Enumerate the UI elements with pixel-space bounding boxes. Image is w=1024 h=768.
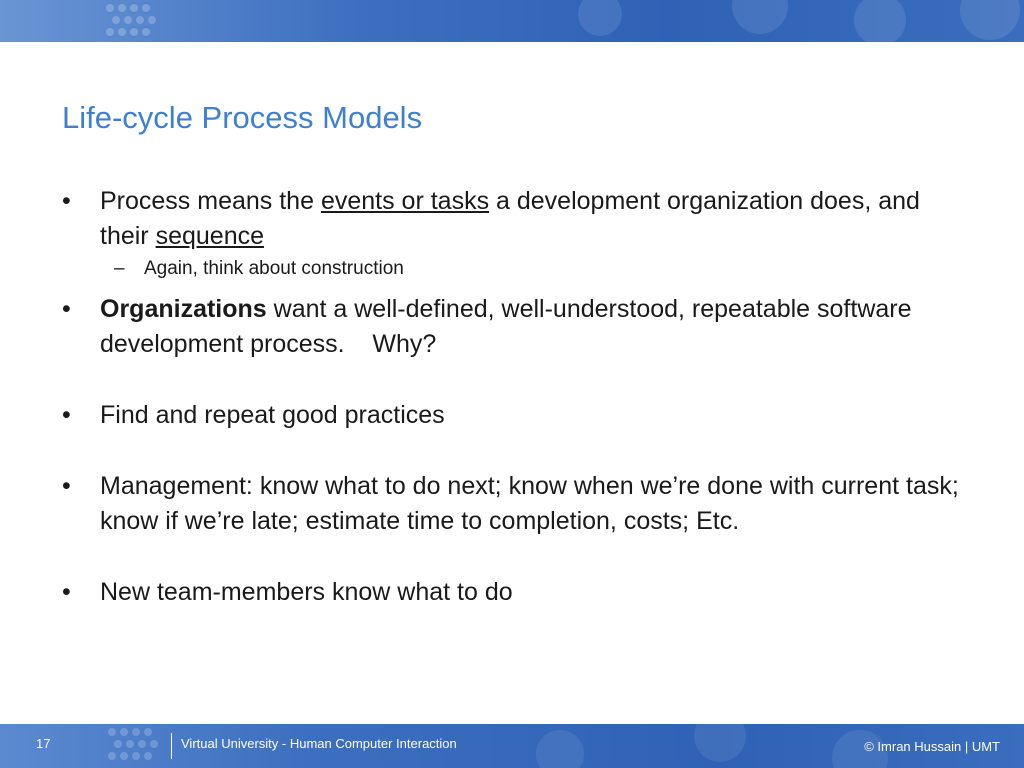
bullet-icon: • bbox=[62, 401, 71, 429]
bullet-text: Process means the bbox=[100, 187, 321, 215]
bullet-text: Find and repeat good practices bbox=[100, 401, 445, 429]
underlined-text: sequence bbox=[155, 222, 265, 250]
footer-divider bbox=[171, 733, 172, 759]
footer-copyright: © Imran Hussain | UMT bbox=[864, 739, 1000, 754]
bullet-text: New team-members know what to do bbox=[100, 578, 513, 606]
underlined-text: events or tasks bbox=[320, 187, 490, 215]
slide-content: • Process means the events or tasks a de… bbox=[62, 184, 962, 610]
bullet-item: • Find and repeat good practices bbox=[62, 398, 962, 433]
bullet-item: • Management: know what to do next; know… bbox=[62, 469, 962, 539]
header-band bbox=[0, 0, 1024, 42]
page-title: Life-cycle Process Models bbox=[62, 100, 423, 135]
bullet-item: • Organizations want a well-defined, wel… bbox=[62, 292, 962, 362]
bold-text: Organizations bbox=[100, 295, 267, 323]
bullet-icon: • bbox=[62, 187, 71, 215]
bullet-icon: • bbox=[62, 295, 71, 323]
sub-bullet-item: – Again, think about construction bbox=[62, 255, 962, 283]
bullet-icon: • bbox=[62, 472, 71, 500]
bullet-item: • Process means the events or tasks a de… bbox=[62, 184, 962, 254]
footer-course-title: Virtual University - Human Computer Inte… bbox=[181, 736, 457, 751]
sub-bullet-text: Again, think about construction bbox=[144, 258, 404, 279]
bullet-text: Management: know what to do next; know w… bbox=[100, 472, 959, 535]
bullet-item: • New team-members know what to do bbox=[62, 575, 962, 610]
header-dot-pattern bbox=[106, 0, 1020, 42]
dash-icon: – bbox=[114, 258, 125, 279]
page-number: 17 bbox=[36, 736, 51, 751]
bullet-icon: • bbox=[62, 578, 71, 606]
